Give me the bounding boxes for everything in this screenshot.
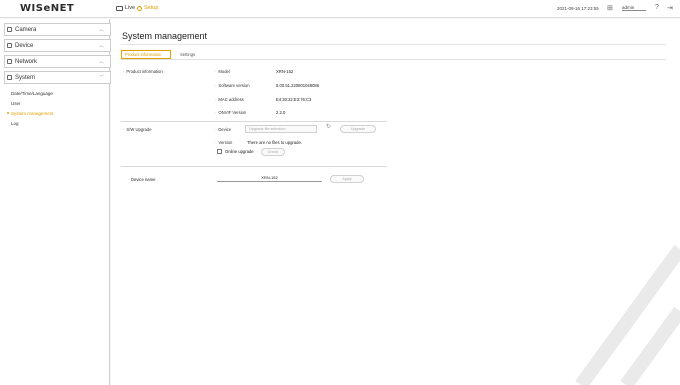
chevron-down-icon: ﹀ xyxy=(98,75,104,81)
camera-icon xyxy=(7,27,12,32)
sidebar-subitem-system-management[interactable]: System management xyxy=(7,111,54,116)
nav-live-label: Live xyxy=(125,5,136,11)
sidebar-subitem-datetime[interactable]: Date/Time/Language xyxy=(11,91,53,96)
field-value-software-version: 5.00.51.220801048086 xyxy=(276,83,320,88)
system-icon xyxy=(7,75,12,80)
field-label-onvif-version: ONVIF Version xyxy=(215,110,246,115)
sidebar-item-camera[interactable]: Camera ︿ xyxy=(4,23,111,36)
sidebar-item-system[interactable]: System ﹀ xyxy=(4,71,111,84)
datetime: 2021-09-16 17:23:55 xyxy=(557,6,599,11)
online-upgrade-checkbox[interactable] xyxy=(217,149,222,154)
chevron-up-icon: ︿ xyxy=(98,59,104,65)
sidebar-item-label: Network xyxy=(15,58,38,65)
field-value-model: XRN-152 xyxy=(276,69,294,74)
network-icon[interactable]: ⊞ xyxy=(607,4,613,12)
tab-settings[interactable]: Settings xyxy=(177,50,205,59)
field-label-version: Version xyxy=(215,140,232,145)
field-value-version: There are no files to upgrade. xyxy=(247,140,302,145)
field-label-mac-address: MAC address xyxy=(215,97,243,102)
section-divider xyxy=(121,121,387,122)
monitor-icon xyxy=(116,5,123,11)
sidebar-subitem-user[interactable]: User xyxy=(11,101,21,106)
gear-icon xyxy=(137,5,142,11)
background-watermark xyxy=(575,244,680,385)
device-name-apply-button[interactable]: Apply xyxy=(330,175,364,183)
online-upgrade-label: Online upgrade xyxy=(225,149,254,154)
section-label-sw-upgrade: S/W Upgrade xyxy=(123,127,151,132)
network-icon xyxy=(7,59,12,64)
upgrade-file-select[interactable]: Upgrade file selection xyxy=(245,125,317,133)
sidebar-item-device[interactable]: Device ︿ xyxy=(4,39,111,52)
chevron-up-icon: ︿ xyxy=(98,27,104,33)
main-panel: System management Product information Se… xyxy=(111,19,680,385)
sidebar-item-network[interactable]: Network ︿ xyxy=(4,55,111,68)
field-value-onvif-version: 2.2.0 xyxy=(276,110,286,115)
title-divider xyxy=(121,44,666,45)
tab-product-information[interactable]: Product information xyxy=(121,50,171,59)
section-label-product-information: Product information xyxy=(123,69,162,74)
chevron-up-icon: ︿ xyxy=(98,43,104,49)
logo: WISeNET xyxy=(20,3,75,14)
tab-divider xyxy=(121,59,666,60)
device-icon xyxy=(7,43,12,48)
field-label-device: Device xyxy=(215,127,231,132)
sidebar-item-label: Camera xyxy=(15,26,37,33)
device-name-label: Device name xyxy=(131,177,156,182)
sidebar: Camera ︿ Device ︿ Network ︿ System ﹀ Dat… xyxy=(0,19,111,385)
online-upgrade-check-button[interactable]: Check xyxy=(261,148,285,156)
section-divider xyxy=(121,166,387,167)
upgrade-button[interactable]: Upgrade xyxy=(340,125,376,133)
user-menu[interactable]: admin xyxy=(622,5,646,11)
page-title: System management xyxy=(122,31,208,41)
nav-setup-label: Setup xyxy=(144,5,159,11)
field-label-software-version: Software version xyxy=(215,83,249,88)
field-value-mac-address: E4:30:22:E3:76:C3 xyxy=(276,97,312,102)
sidebar-item-label: Device xyxy=(15,42,34,49)
device-name-input[interactable]: XRN-152 xyxy=(217,175,322,182)
top-bar: WISeNET Live Setup 2021-09-16 17:23:55 ⊞… xyxy=(0,0,680,18)
nav-live[interactable]: Live xyxy=(116,5,135,11)
sidebar-item-label: System xyxy=(15,74,36,81)
sidebar-subitem-log[interactable]: Log xyxy=(11,121,19,126)
help-icon[interactable]: ? xyxy=(655,4,659,11)
field-label-model: Model xyxy=(215,69,229,74)
nav-setup[interactable]: Setup xyxy=(137,5,158,11)
logout-icon[interactable]: ⇥ xyxy=(667,4,673,12)
refresh-icon[interactable]: ↻ xyxy=(326,123,331,130)
